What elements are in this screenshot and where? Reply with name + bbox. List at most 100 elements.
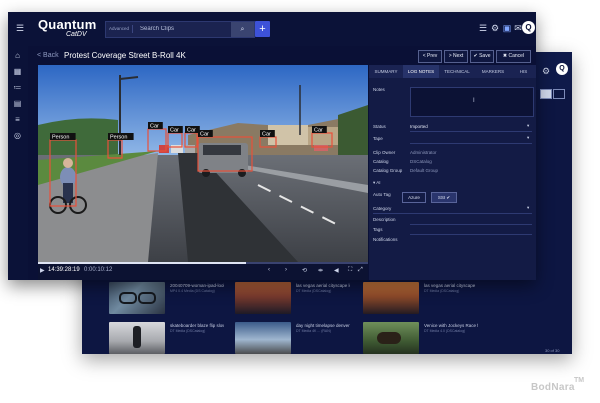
clip-thumbnail[interactable]: [235, 282, 291, 314]
advanced-search-toggle[interactable]: Advanced: [109, 25, 134, 33]
tab-history[interactable]: HIS: [511, 65, 536, 78]
auto-tag-ssi-button[interactable]: SSI ✔: [431, 192, 457, 203]
clip-subtitle: DT Media 4K ... (RAN): [296, 329, 331, 333]
next-button[interactable]: > Next: [444, 50, 468, 63]
clip-subtitle: MP4 0.4 Media (DS Catalog): [170, 289, 215, 293]
user-avatar[interactable]: Q: [522, 21, 535, 34]
scrub-progress: [38, 262, 246, 264]
detection-label: Person: [52, 135, 69, 141]
watermark: BodNara: [531, 382, 575, 393]
check-circle-icon[interactable]: ◎: [12, 131, 23, 140]
clip-owner-value: Administrator: [410, 150, 437, 155]
list-item[interactable]: 20040709-woman-ipad-looking MP4 0.4 Medi…: [170, 283, 224, 294]
clip-thumbnail[interactable]: [363, 322, 419, 354]
sidebar: ⌂ ▦ ≔ ▤ ≡ ◎: [8, 46, 28, 280]
clip-subtitle: DT Media (DSCatalog): [296, 289, 332, 293]
notifications-label: Notifications: [373, 237, 398, 242]
list-item[interactable]: las vegas aerial cityscape lot 1 DT Medi…: [296, 283, 350, 294]
text-cursor-icon: I: [473, 98, 475, 104]
prev-button[interactable]: < Prev: [418, 50, 442, 63]
app-switch-icon[interactable]: ▣: [502, 23, 512, 34]
tab-log-notes[interactable]: LOG NOTES: [403, 65, 439, 78]
auto-tag-azure-button[interactable]: Azure: [402, 192, 426, 203]
back-link[interactable]: < Back: [37, 52, 59, 59]
list-view-icon[interactable]: [553, 89, 565, 99]
list-item[interactable]: day night timelapse denver DT Media 4K .…: [296, 323, 350, 334]
duration: 0:00:10:12: [84, 267, 113, 273]
catalog-group-value: Default Group: [410, 168, 439, 173]
fullscreen-icon[interactable]: ⛶: [348, 267, 352, 274]
list-item[interactable]: skateboarder blaze flip slow mo DT Media…: [170, 323, 224, 334]
add-button[interactable]: +: [255, 21, 270, 37]
step-back-icon[interactable]: ‹: [268, 267, 270, 273]
detection-label: Car: [170, 128, 179, 134]
clip-subtitle: DT Media (DSCatalog): [424, 289, 460, 293]
clip-thumbnail[interactable]: [109, 322, 165, 354]
volume-icon[interactable]: ◀: [334, 267, 339, 274]
document-icon[interactable]: ▤: [12, 99, 23, 108]
briefcase-icon[interactable]: ▦: [12, 67, 23, 76]
play-icon[interactable]: ▶: [40, 267, 45, 274]
cancel-button[interactable]: ✖ Cancel: [496, 50, 531, 63]
list-icon[interactable]: ≔: [12, 83, 23, 92]
watermark-badge: TM: [574, 377, 585, 384]
detection-label: Car: [314, 128, 323, 134]
divider: [410, 234, 532, 235]
list-item[interactable]: Venice with Jockeys Race flying DT Media…: [424, 323, 478, 334]
trim-icon[interactable]: ⇹: [318, 267, 323, 274]
loop-icon[interactable]: ⟲: [302, 267, 307, 274]
avatar[interactable]: Q: [556, 63, 568, 75]
clip-thumbnail[interactable]: [235, 322, 291, 354]
gear-icon[interactable]: ⚙: [542, 66, 550, 76]
divider: [410, 143, 532, 144]
menu-icon[interactable]: ☰: [478, 23, 488, 34]
page-title: Protest Coverage Street B-Roll 4K: [64, 51, 186, 60]
clip-thumbnail[interactable]: [363, 282, 419, 314]
status-value[interactable]: Imported: [410, 124, 428, 129]
status-label: Status: [373, 124, 386, 129]
page-info: 30 of 30: [545, 348, 560, 353]
video-frame: Person Person Car Car Car Car Car Car: [38, 65, 368, 262]
search-icon: ⌕: [240, 26, 245, 33]
chevron-down-icon[interactable]: ▾: [527, 205, 529, 211]
clip-owner-label: Clip Owner: [373, 150, 396, 155]
tab-summary[interactable]: SUMMARY: [369, 65, 403, 78]
expand-icon[interactable]: ⤢: [358, 267, 363, 274]
list-item[interactable]: las vegas aerial cityscape DT Media (DSC…: [424, 283, 478, 294]
tab-markers[interactable]: MARKERS: [475, 65, 511, 78]
chevron-down-icon[interactable]: ▾: [527, 135, 529, 141]
gear-icon[interactable]: ⚙: [490, 23, 500, 34]
home-icon[interactable]: ⌂: [12, 51, 23, 60]
scrub-track[interactable]: [38, 262, 368, 264]
timecode: 14:39:28:19: [48, 267, 80, 273]
clip-details-window: ☰ Quantum CatDV Advanced ⌕ + ☰ ⚙ ▣ ✉ Q ⌂…: [8, 12, 536, 280]
search-input[interactable]: [140, 23, 228, 35]
divider: [410, 224, 532, 225]
menu-list-icon[interactable]: ≡: [12, 115, 23, 124]
step-forward-icon[interactable]: ›: [285, 267, 287, 273]
auto-tag-label: Auto Tag: [373, 192, 391, 197]
search-button[interactable]: ⌕: [231, 22, 254, 37]
app-header: ☰ Quantum CatDV Advanced ⌕ + ☰ ⚙ ▣ ✉ Q: [8, 12, 536, 46]
tab-technical[interactable]: TECHNICAL: [439, 65, 475, 78]
search-bar: Advanced ⌕: [105, 21, 255, 38]
clip-subtitle: DT Media 4.0 (DSCatalog): [424, 329, 466, 333]
chevron-down-icon[interactable]: ▾: [527, 123, 529, 129]
ai-section-toggle[interactable]: ▾ AI: [373, 180, 381, 186]
grid-view-icon[interactable]: [540, 89, 552, 99]
clip-thumbnail[interactable]: [109, 282, 165, 314]
catalog-label: Catalog: [373, 159, 389, 164]
detection-label: Car: [150, 124, 159, 130]
detection-label: Car: [200, 132, 209, 138]
tags-label: Tags: [373, 227, 383, 232]
video-player[interactable]: Person Person Car Car Car Car Car Car: [38, 65, 368, 262]
panel-tabs: SUMMARY LOG NOTES TECHNICAL MARKERS HIS: [369, 65, 536, 78]
detection-label: Car: [262, 132, 271, 138]
catalog-group-label: Catalog Group: [373, 168, 403, 173]
save-button[interactable]: ✔ Save: [470, 50, 494, 63]
clip-subtitle: DT Media (DSCatalog): [170, 329, 206, 333]
hamburger-menu-icon[interactable]: ☰: [16, 23, 24, 34]
metadata-panel: SUMMARY LOG NOTES TECHNICAL MARKERS HIS …: [369, 65, 536, 280]
notes-textarea[interactable]: I: [410, 87, 534, 117]
description-label: Description: [373, 217, 396, 222]
